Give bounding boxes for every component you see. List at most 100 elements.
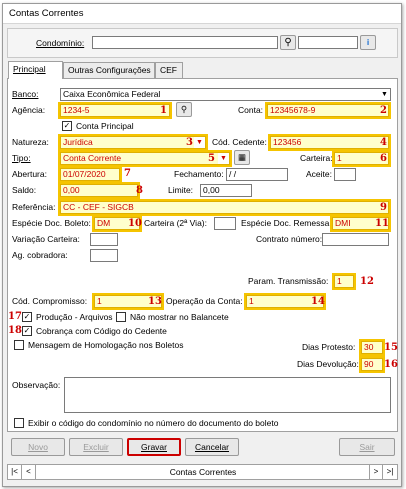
marker-6: 6 <box>380 153 387 164</box>
param-transmissao-input[interactable]: 1 <box>332 273 356 290</box>
cancelar-button[interactable]: Cancelar <box>185 438 239 456</box>
condominio-search-button[interactable]: ⚲ <box>280 35 296 50</box>
binoculars-icon: ⚲ <box>180 104 188 114</box>
abertura-label: Abertura: <box>12 169 47 179</box>
variacao-carteira-label: Variação Carteira: <box>12 234 80 244</box>
gravar-button-label: Gravar <box>141 442 167 452</box>
natureza-value: Jurídica <box>63 137 93 147</box>
marker-13: 13 <box>148 296 162 307</box>
condominio-input[interactable] <box>92 36 278 49</box>
conta-principal-checkbox[interactable]: ✓ <box>62 121 72 131</box>
sair-button[interactable]: Sair <box>339 438 395 456</box>
condominio-info-button[interactable]: i <box>360 35 376 50</box>
operacao-conta-label: Operação da Conta: <box>166 296 243 306</box>
marker-4: 4 <box>380 137 387 148</box>
cobranca-codigo-cedente-checkbox[interactable]: ✓ <box>22 326 32 336</box>
tab-principal[interactable]: Principal <box>8 61 63 79</box>
cod-cedente-input[interactable]: 123456 <box>268 134 391 151</box>
agencia-search-button[interactable]: ⚲ <box>176 102 192 117</box>
exibir-codigo-checkbox[interactable] <box>14 418 24 428</box>
tab-cef[interactable]: CEF <box>155 62 183 78</box>
window-title: Contas Correntes <box>3 4 401 24</box>
dias-protesto-label: Dias Protesto: <box>302 342 356 352</box>
carteira-2via-label: Carteira (2ª Via): <box>144 218 207 228</box>
condominio-group: Condomínio: ⚲ i <box>7 28 398 58</box>
tab-outras-configuracoes[interactable]: Outras Configurações <box>63 62 155 78</box>
marker-11: 11 <box>375 218 389 229</box>
tab-outras-label: Outras Configurações <box>68 65 151 75</box>
marker-8: 8 <box>136 185 143 196</box>
observacao-label: Observação: <box>12 380 61 390</box>
dias-devolucao-input[interactable]: 90 <box>359 356 385 373</box>
banco-select[interactable]: Caixa Econômica Federal ▼ <box>60 88 391 101</box>
limite-label: Limite: <box>168 185 194 195</box>
aceite-input[interactable] <box>334 168 356 181</box>
carteira-label: Carteira: <box>300 153 333 163</box>
referencia-label: Referência: <box>12 202 56 212</box>
ag-cobradora-input[interactable] <box>90 249 118 262</box>
novo-button-label: Novo <box>28 442 48 452</box>
saldo-label: Saldo: <box>12 185 37 195</box>
tab-cef-label: CEF <box>160 65 177 75</box>
next-record-button[interactable]: > <box>369 465 383 479</box>
exibir-codigo-label: Exibir o código do condomínio no número … <box>28 418 279 428</box>
nao-mostrar-balancete-checkbox[interactable] <box>116 312 126 322</box>
variacao-carteira-input[interactable] <box>90 233 118 246</box>
mensagem-homologacao-checkbox[interactable] <box>14 340 24 350</box>
agencia-label: Agência: <box>12 105 46 115</box>
marker-16: 16 <box>384 359 398 370</box>
nao-mostrar-balancete-label: Não mostrar no Balancete <box>130 312 229 322</box>
referencia-input[interactable]: CC - CEF - SIGCB <box>58 199 391 216</box>
marker-2: 2 <box>380 105 387 116</box>
sair-button-label: Sair <box>359 442 375 452</box>
table-icon: ▦ <box>237 152 247 162</box>
observacao-textarea[interactable] <box>64 377 391 413</box>
agencia-input[interactable]: 1234-5 <box>58 102 172 119</box>
marker-10: 10 <box>128 218 142 229</box>
conta-input[interactable]: 12345678-9 <box>265 102 391 119</box>
tipo-value: Conta Corrente <box>63 153 122 163</box>
abertura-input[interactable]: 01/07/2020 <box>58 166 122 183</box>
natureza-select[interactable]: Jurídica ▼ <box>58 134 208 151</box>
first-record-button[interactable]: |< <box>8 465 22 479</box>
contas-correntes-window: Contas Correntes Condomínio: ⚲ i Princip… <box>2 3 402 487</box>
last-record-button[interactable]: >| <box>383 465 397 479</box>
tipo-edit-button[interactable]: ▦ <box>234 150 250 165</box>
mensagem-homologacao-label: Mensagem de Homologação nos Boletos <box>28 340 184 350</box>
cod-cedente-label: Cód. Cedente: <box>212 137 267 147</box>
cobranca-codigo-cedente-label: Cobrança com Código do Cedente <box>36 326 167 336</box>
fechamento-input[interactable]: / / <box>226 168 288 181</box>
marker-18: 18 <box>8 325 22 336</box>
aceite-label: Aceite: <box>306 169 332 179</box>
tipo-label: Tipo: <box>12 153 31 163</box>
chevron-down-icon: ▼ <box>194 137 205 148</box>
record-navigator: |< < Contas Correntes > >| <box>7 464 398 480</box>
banco-value: Caixa Econômica Federal <box>63 89 161 99</box>
excluir-button[interactable]: Excluir <box>69 438 123 456</box>
tipo-select[interactable]: Conta Corrente ▼ <box>58 150 232 167</box>
condominio-extra-field[interactable] <box>298 36 358 49</box>
condominio-label: Condomínio: <box>36 38 85 48</box>
param-transmissao-label: Param. Transmissão: <box>248 276 329 286</box>
conta-label: Conta: <box>238 105 264 115</box>
novo-button[interactable]: Novo <box>11 438 65 456</box>
limite-input[interactable]: 0,00 <box>200 184 252 197</box>
gravar-button[interactable]: Gravar <box>127 438 181 456</box>
tab-principal-label: Principal <box>13 64 46 74</box>
marker-9: 9 <box>380 202 387 213</box>
banco-label: Banco: <box>12 89 39 99</box>
prev-record-button[interactable]: < <box>22 465 36 479</box>
producao-arquivos-checkbox[interactable]: ✓ <box>22 312 32 322</box>
dias-devolucao-label: Dias Devolução: <box>297 359 359 369</box>
especie-remessa-label: Espécie Doc. Remessa: <box>241 218 332 228</box>
dias-protesto-input[interactable]: 30 <box>359 339 385 356</box>
binoculars-icon: ⚲ <box>284 37 292 48</box>
fechamento-label: Fechamento: <box>174 169 224 179</box>
carteira-2via-input[interactable] <box>214 217 236 230</box>
cancelar-button-label: Cancelar <box>194 442 230 452</box>
marker-12: 12 <box>360 276 374 287</box>
saldo-input[interactable]: 0,00 <box>58 182 140 199</box>
marker-1: 1 <box>160 105 167 116</box>
contrato-numero-label: Contrato número: <box>256 234 323 244</box>
contrato-numero-input[interactable] <box>322 233 389 246</box>
